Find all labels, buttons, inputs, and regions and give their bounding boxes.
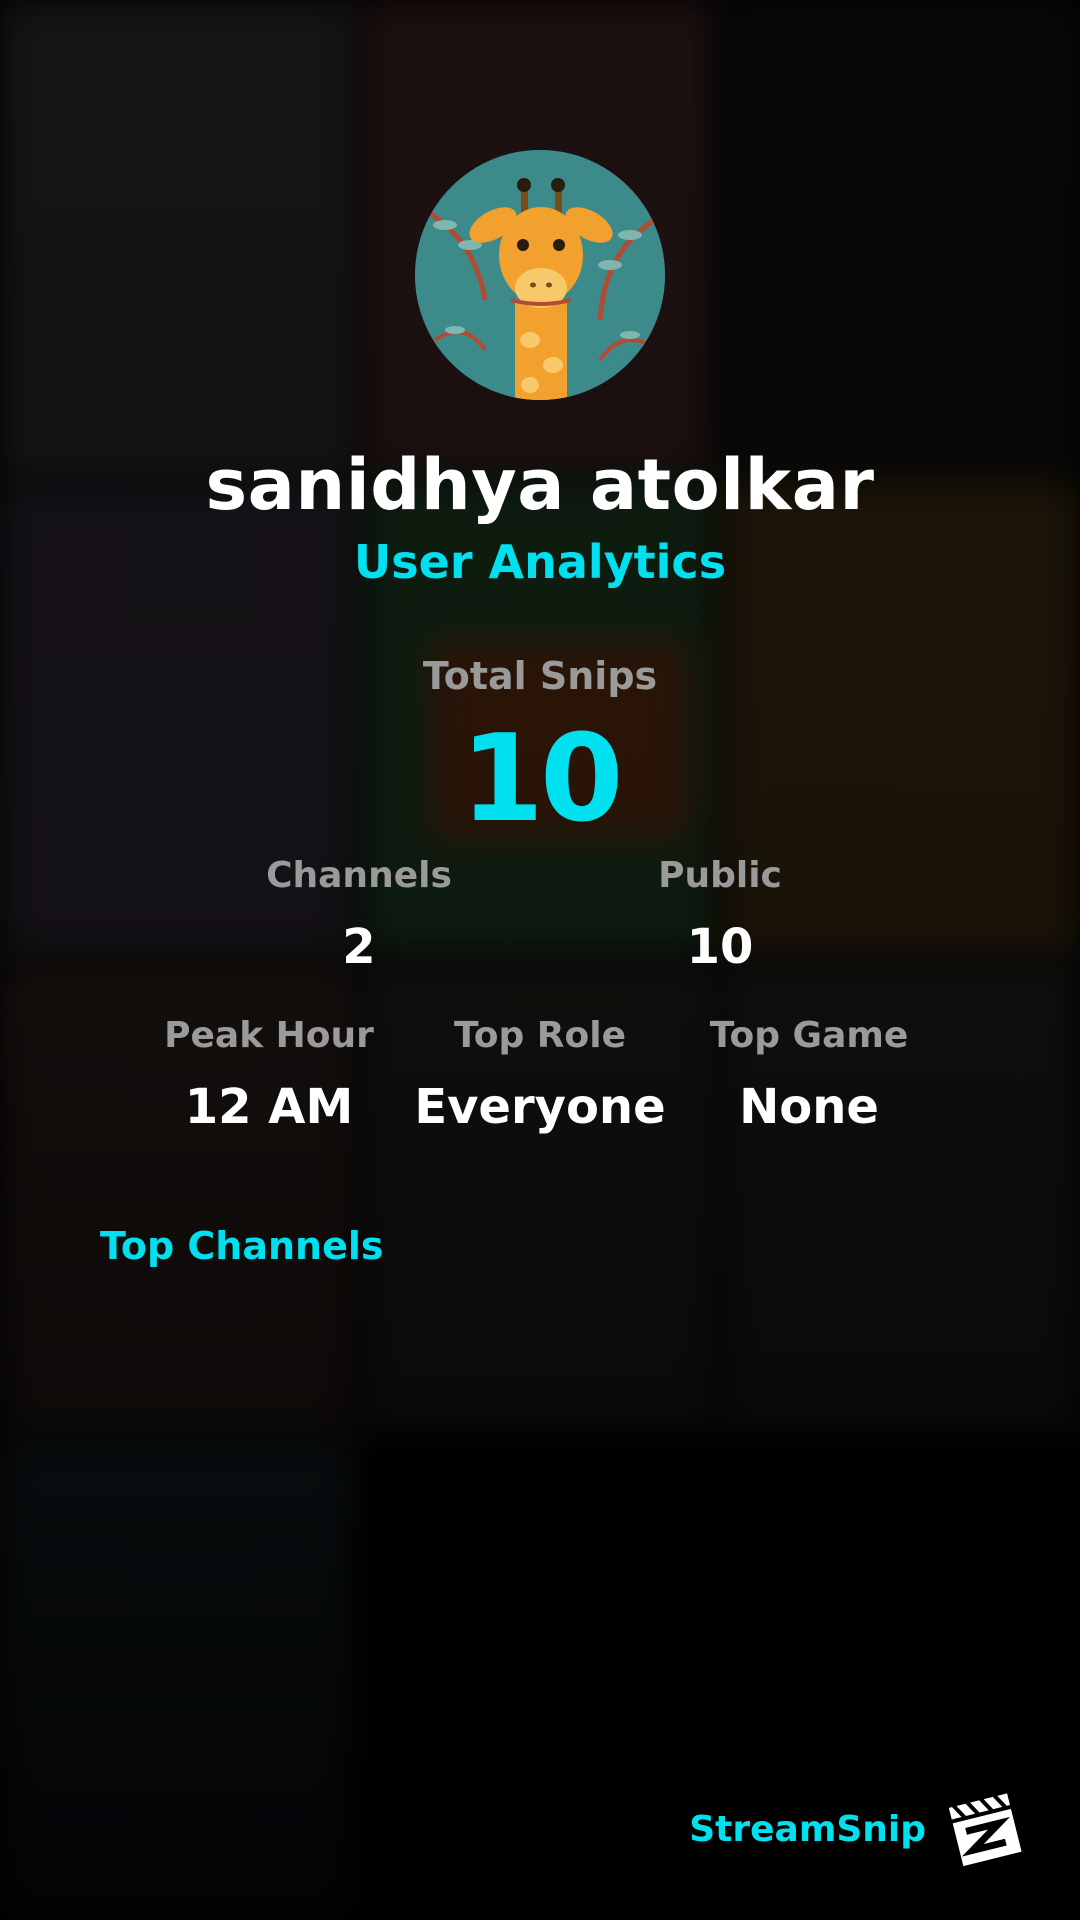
stat-channels: Channels 2 [219,854,499,976]
stat-public: Public 10 [580,854,860,976]
stat-peak-hour-label: Peak Hour [164,1015,374,1056]
stat-top-game-label: Top Game [709,1015,909,1056]
stat-top-game: Top Game None [659,1014,959,1136]
brand-name: StreamSnip [689,1808,926,1850]
stat-public-value: 10 [686,919,754,975]
stat-channels-value: 2 [342,919,376,975]
brand-footer: StreamSnip [689,1789,1024,1869]
stat-top-role-value: Everyone [414,1079,666,1135]
profile-avatar [415,150,665,400]
stat-peak-hour-value: 12 AM [184,1079,354,1135]
top-channels-heading: Top Channels [100,1224,384,1268]
giraffe-avatar-icon [415,150,665,400]
stat-public-label: Public [658,855,782,896]
stat-top-game-value: None [739,1079,879,1135]
stat-channels-label: Channels [266,855,452,896]
stat-top-role: Top Role Everyone [390,1014,690,1136]
clapperboard-logo-icon [946,1790,1024,1869]
page-subtitle: User Analytics [353,535,727,589]
total-snips-label: Total Snips [422,654,658,698]
username: sanidhya atolkar [205,444,875,526]
total-snips-value: 10 [460,710,624,849]
stat-top-role-label: Top Role [453,1015,627,1056]
stat-peak-hour: Peak Hour 12 AM [119,1014,419,1136]
